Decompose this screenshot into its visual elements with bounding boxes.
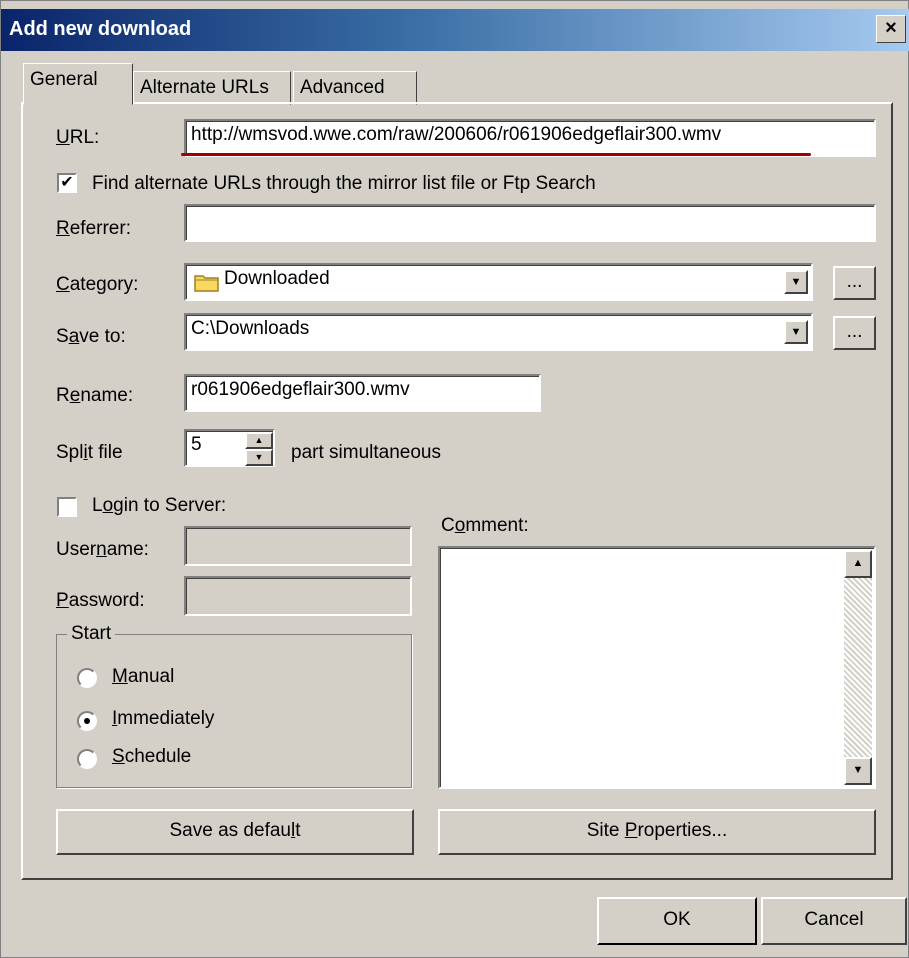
- username-input[interactable]: [184, 526, 412, 566]
- scroll-up-icon[interactable]: ▲: [844, 550, 872, 578]
- tab-alternate-urls[interactable]: Alternate URLs: [133, 71, 291, 105]
- login-checkbox[interactable]: [57, 497, 77, 517]
- comment-textarea[interactable]: [438, 546, 876, 789]
- save-as-default-button[interactable]: Save as default: [56, 809, 414, 855]
- dialog-window: Add new download × General Alternate URL…: [0, 0, 909, 958]
- comment-label: Comment:: [441, 515, 529, 536]
- close-icon[interactable]: ×: [876, 15, 906, 43]
- url-label: URL:: [56, 127, 100, 148]
- login-label: Login to Server:: [92, 495, 227, 516]
- password-input[interactable]: [184, 576, 412, 616]
- url-input[interactable]: http://wmsvod.wwe.com/raw/200606/r061906…: [184, 119, 876, 157]
- referrer-label: Referrer:: [56, 218, 131, 239]
- radio-schedule[interactable]: [77, 749, 97, 769]
- radio-manual-label: Manual: [112, 666, 175, 687]
- radio-schedule-label: Schedule: [112, 746, 192, 767]
- window-title: Add new download: [9, 18, 192, 40]
- cancel-button[interactable]: Cancel: [761, 897, 907, 945]
- radio-immediately[interactable]: [77, 711, 97, 731]
- start-legend: Start: [67, 623, 116, 645]
- split-file-label: Split file: [56, 442, 123, 463]
- category-label: Category:: [56, 274, 139, 295]
- category-dropdown-arrow-icon[interactable]: ▼: [784, 270, 808, 294]
- password-label: Password:: [56, 590, 145, 611]
- save-to-label: Save to:: [56, 326, 126, 347]
- category-select[interactable]: Downloaded: [184, 263, 813, 301]
- scroll-down-icon[interactable]: ▼: [844, 757, 872, 785]
- radio-manual[interactable]: [77, 668, 97, 688]
- url-highlight-underline: [181, 153, 811, 156]
- rename-input[interactable]: r061906edgeflair300.wmv: [184, 374, 541, 412]
- find-alternate-checkbox[interactable]: ✔: [57, 173, 77, 193]
- split-down-icon[interactable]: ▼: [245, 449, 273, 466]
- site-properties-button[interactable]: Site Properties...: [438, 809, 876, 855]
- radio-immediately-label: Immediately: [112, 708, 215, 729]
- save-to-dropdown-arrow-icon[interactable]: ▼: [784, 320, 808, 344]
- comment-scrollbar[interactable]: [844, 550, 872, 785]
- tab-general[interactable]: General: [23, 63, 133, 105]
- title-bar[interactable]: Add new download ×: [1, 9, 909, 51]
- rename-label: Rename:: [56, 385, 134, 406]
- split-up-icon[interactable]: ▲: [245, 432, 273, 449]
- username-label: Username:: [56, 539, 149, 560]
- start-group: [56, 634, 412, 788]
- tab-advanced[interactable]: Advanced: [293, 71, 417, 105]
- category-value: Downloaded: [224, 268, 330, 289]
- ok-button[interactable]: OK: [597, 897, 757, 945]
- category-browse-button[interactable]: ...: [833, 266, 876, 300]
- find-alternate-label: Find alternate URLs through the mirror l…: [92, 173, 596, 194]
- save-to-browse-button[interactable]: ...: [833, 316, 876, 350]
- referrer-input[interactable]: [184, 204, 876, 242]
- save-to-select[interactable]: C:\Downloads: [184, 313, 813, 351]
- folder-icon: [194, 275, 219, 292]
- split-suffix: part simultaneous: [291, 442, 441, 463]
